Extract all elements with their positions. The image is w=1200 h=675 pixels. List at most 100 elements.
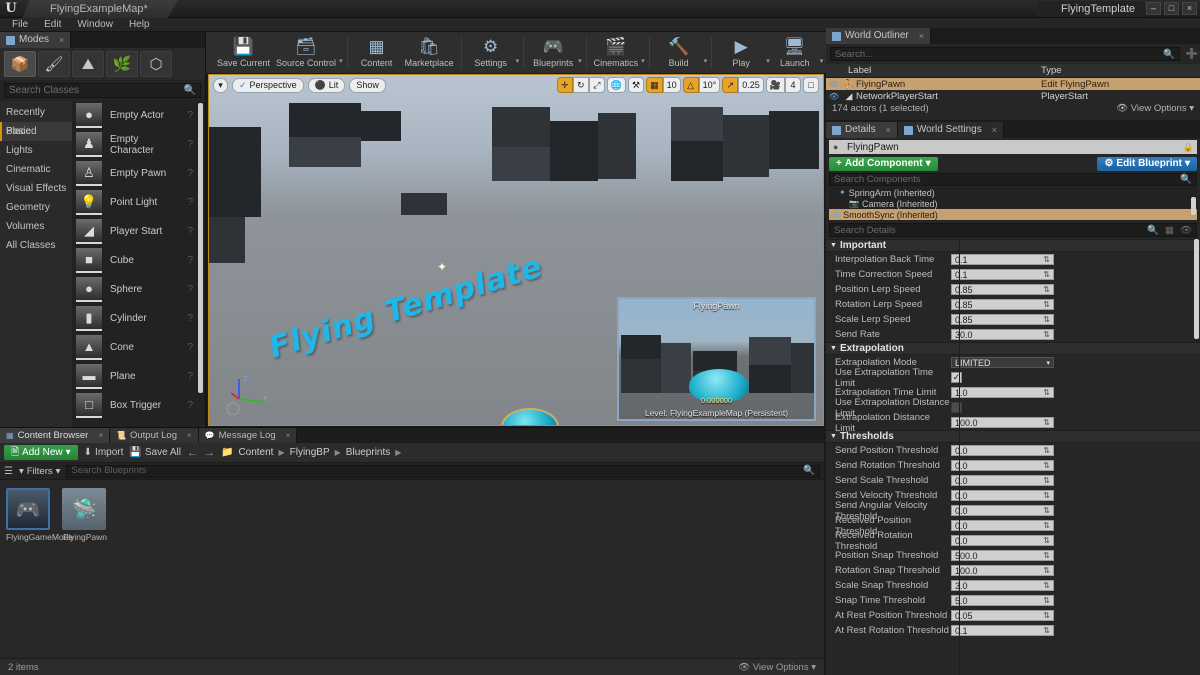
toolbar-content-button[interactable]: ▦Content xyxy=(352,33,402,73)
spinner-icon[interactable]: ⇅ xyxy=(1043,626,1050,635)
asset-tile[interactable]: 🛸FlyingPawn xyxy=(62,488,108,542)
spinner-icon[interactable]: ⇅ xyxy=(1043,596,1050,605)
section-header-important[interactable]: ▼Important xyxy=(826,239,1200,252)
property-value-input[interactable]: 0.85⇅ xyxy=(951,314,1054,325)
spinner-icon[interactable]: ⇅ xyxy=(1043,611,1050,620)
spinner-icon[interactable]: ⇅ xyxy=(1043,536,1050,545)
list-item[interactable]: ●Empty Actor? xyxy=(72,101,205,130)
category-geometry[interactable]: Geometry xyxy=(0,198,72,217)
list-item[interactable]: 💡Point Light? xyxy=(72,188,205,217)
table-row[interactable]: 👁◢NetworkPlayerStartPlayerStart xyxy=(826,90,1200,102)
property-value-input[interactable]: 0.0⇅ xyxy=(951,445,1054,456)
outliner-view-options-button[interactable]: 👁 View Options ▾ xyxy=(1116,103,1194,114)
actor-preview-window[interactable]: FlyingPawn 0.000000 Level: FlyingExample… xyxy=(617,297,816,421)
toolbar-cinematics-button[interactable]: 🎬Cinematics xyxy=(591,33,642,73)
category-visual-effects[interactable]: Visual Effects xyxy=(0,179,72,198)
sources-toggle-icon[interactable]: ☰ xyxy=(4,466,13,477)
menu-item-help[interactable]: Help xyxy=(121,18,158,32)
placement-asset-list[interactable]: ●Empty Actor?♟Empty Character?♙Empty Paw… xyxy=(72,101,205,431)
property-value-input[interactable]: 0.0⇅ xyxy=(951,475,1054,486)
list-item[interactable]: ♙Empty Pawn? xyxy=(72,159,205,188)
property-value-input[interactable]: 0.0⇅ xyxy=(951,460,1054,471)
spinner-icon[interactable]: ⇅ xyxy=(1043,476,1050,485)
section-header-extrapolation[interactable]: ▼Extrapolation xyxy=(826,342,1200,355)
toolbar-launch-button[interactable]: 🖥Launch xyxy=(770,33,820,73)
tab-message-log[interactable]: 💬Message Log× xyxy=(199,428,298,443)
tab-world-outliner[interactable]: World Outliner × xyxy=(826,28,931,44)
help-icon[interactable]: ? xyxy=(187,226,193,237)
menu-item-edit[interactable]: Edit xyxy=(36,18,69,32)
category-cinematic[interactable]: Cinematic xyxy=(0,160,72,179)
grid-view-icon[interactable]: ▦ xyxy=(1165,225,1174,236)
tab-content-browser[interactable]: ▦Content Browser× xyxy=(0,428,110,443)
component-tree-item[interactable]: ⚙SmoothSync (Inherited) xyxy=(829,209,1197,220)
list-item[interactable]: ▮Cylinder? xyxy=(72,304,205,333)
spinner-icon[interactable]: ⇅ xyxy=(1043,300,1050,309)
edit-blueprint-button[interactable]: ⚙ Edit Blueprint ▾ xyxy=(1097,157,1197,171)
property-value-input[interactable]: 5.0⇅ xyxy=(951,595,1054,606)
search-blueprints-input[interactable]: Search Blueprints 🔍 xyxy=(66,465,820,478)
toolbar-save-current-button[interactable]: 💾Save Current xyxy=(214,33,273,73)
place-mode-button[interactable]: 📦 xyxy=(4,51,36,77)
spinner-icon[interactable]: ⇅ xyxy=(1043,330,1050,339)
category-lights[interactable]: Lights xyxy=(0,141,72,160)
breadcrumb-blueprints[interactable]: Blueprints xyxy=(346,447,390,458)
list-item[interactable]: ■Cube? xyxy=(72,246,205,275)
column-type[interactable]: Type xyxy=(1041,65,1062,76)
visibility-eye-icon[interactable]: 👁 xyxy=(826,92,842,101)
section-header-thresholds[interactable]: ▼Thresholds xyxy=(826,430,1200,443)
property-value-input[interactable]: 100.0⇅ xyxy=(951,565,1054,576)
breadcrumb-content[interactable]: Content xyxy=(238,447,273,458)
back-arrow-icon[interactable]: ← xyxy=(187,447,198,459)
help-icon[interactable]: ? xyxy=(187,197,193,208)
chevron-down-icon[interactable]: ▾ xyxy=(578,57,582,65)
property-value-input[interactable]: 30.0⇅ xyxy=(951,329,1054,340)
list-item[interactable]: □Box Trigger? xyxy=(72,391,205,420)
tab-details[interactable]: Details × xyxy=(826,122,898,138)
component-tree[interactable]: ✦SpringArm (Inherited)📷Camera (Inherited… xyxy=(829,187,1197,221)
list-item[interactable]: ●Sphere? xyxy=(72,275,205,304)
category-volumes[interactable]: Volumes xyxy=(0,217,72,236)
level-viewport[interactable]: ✦ Flying Template Z Y ▾ ✓ Perspective ⚫ … xyxy=(208,74,824,426)
tab-modes[interactable]: Modes × xyxy=(0,32,71,48)
spinner-icon[interactable]: ⇅ xyxy=(1043,566,1050,575)
property-value-input[interactable]: 0.0⇅ xyxy=(951,490,1054,501)
landscape-mode-button[interactable]: ⛰ xyxy=(72,51,104,77)
help-icon[interactable]: ? xyxy=(187,313,193,324)
asset-tile[interactable]: 🎮FlyingGameMode xyxy=(6,488,52,542)
outliner-tab-close-icon[interactable]: × xyxy=(919,28,924,44)
property-value-input[interactable]: 0.85⇅ xyxy=(951,299,1054,310)
column-label[interactable]: Label xyxy=(826,65,1041,76)
component-tree-item[interactable]: 📷Camera (Inherited) xyxy=(829,198,1197,209)
add-component-button[interactable]: + Add Component ▾ xyxy=(829,157,938,171)
property-checkbox[interactable]: ✓ xyxy=(951,372,962,383)
property-value-input[interactable]: 0.0⇅ xyxy=(951,520,1054,531)
help-icon[interactable]: ? xyxy=(187,284,193,295)
list-item[interactable]: ◢Player Start? xyxy=(72,217,205,246)
chevron-down-icon[interactable]: ▾ xyxy=(641,57,645,65)
table-row[interactable]: 👁⛹FlyingPawnEdit FlyingPawn xyxy=(826,78,1200,90)
import-button[interactable]: ⬇ Import xyxy=(84,447,124,458)
property-value-input[interactable]: 1.0⇅ xyxy=(951,387,1054,398)
view-mode-button[interactable]: ⚫ Lit xyxy=(308,78,346,93)
search-classes-input[interactable]: Search Classes 🔍 xyxy=(4,83,201,98)
minimize-button[interactable]: – xyxy=(1146,2,1161,15)
breadcrumb-flyingbp[interactable]: FlyingBP xyxy=(290,447,330,458)
geometry-edit-mode-button[interactable]: ⬡ xyxy=(140,51,172,77)
menu-item-window[interactable]: Window xyxy=(69,18,121,32)
details-view-options-icon[interactable]: 👁 xyxy=(1180,225,1192,236)
flying-pawn-mesh[interactable] xyxy=(501,408,559,426)
viewport-options-button[interactable]: ▾ xyxy=(213,78,228,93)
property-value-input[interactable]: 0.0⇅ xyxy=(951,535,1054,546)
filters-button[interactable]: ▾ Filters ▾ xyxy=(19,466,60,477)
maximize-button[interactable]: □ xyxy=(1164,2,1179,15)
spinner-icon[interactable]: ⇅ xyxy=(1043,270,1050,279)
chevron-down-icon[interactable]: ▾ xyxy=(704,57,708,65)
camera-type-button[interactable]: ✓ Perspective xyxy=(232,78,304,93)
asset-grid[interactable]: 🎮FlyingGameMode🛸FlyingPawn xyxy=(0,480,824,550)
list-item[interactable]: ♟Empty Character? xyxy=(72,130,205,159)
close-button[interactable]: × xyxy=(1182,2,1197,15)
details-scrollbar[interactable] xyxy=(1194,239,1199,339)
toolbar-build-button[interactable]: 🔨Build xyxy=(654,33,704,73)
spinner-icon[interactable]: ⇅ xyxy=(1043,581,1050,590)
